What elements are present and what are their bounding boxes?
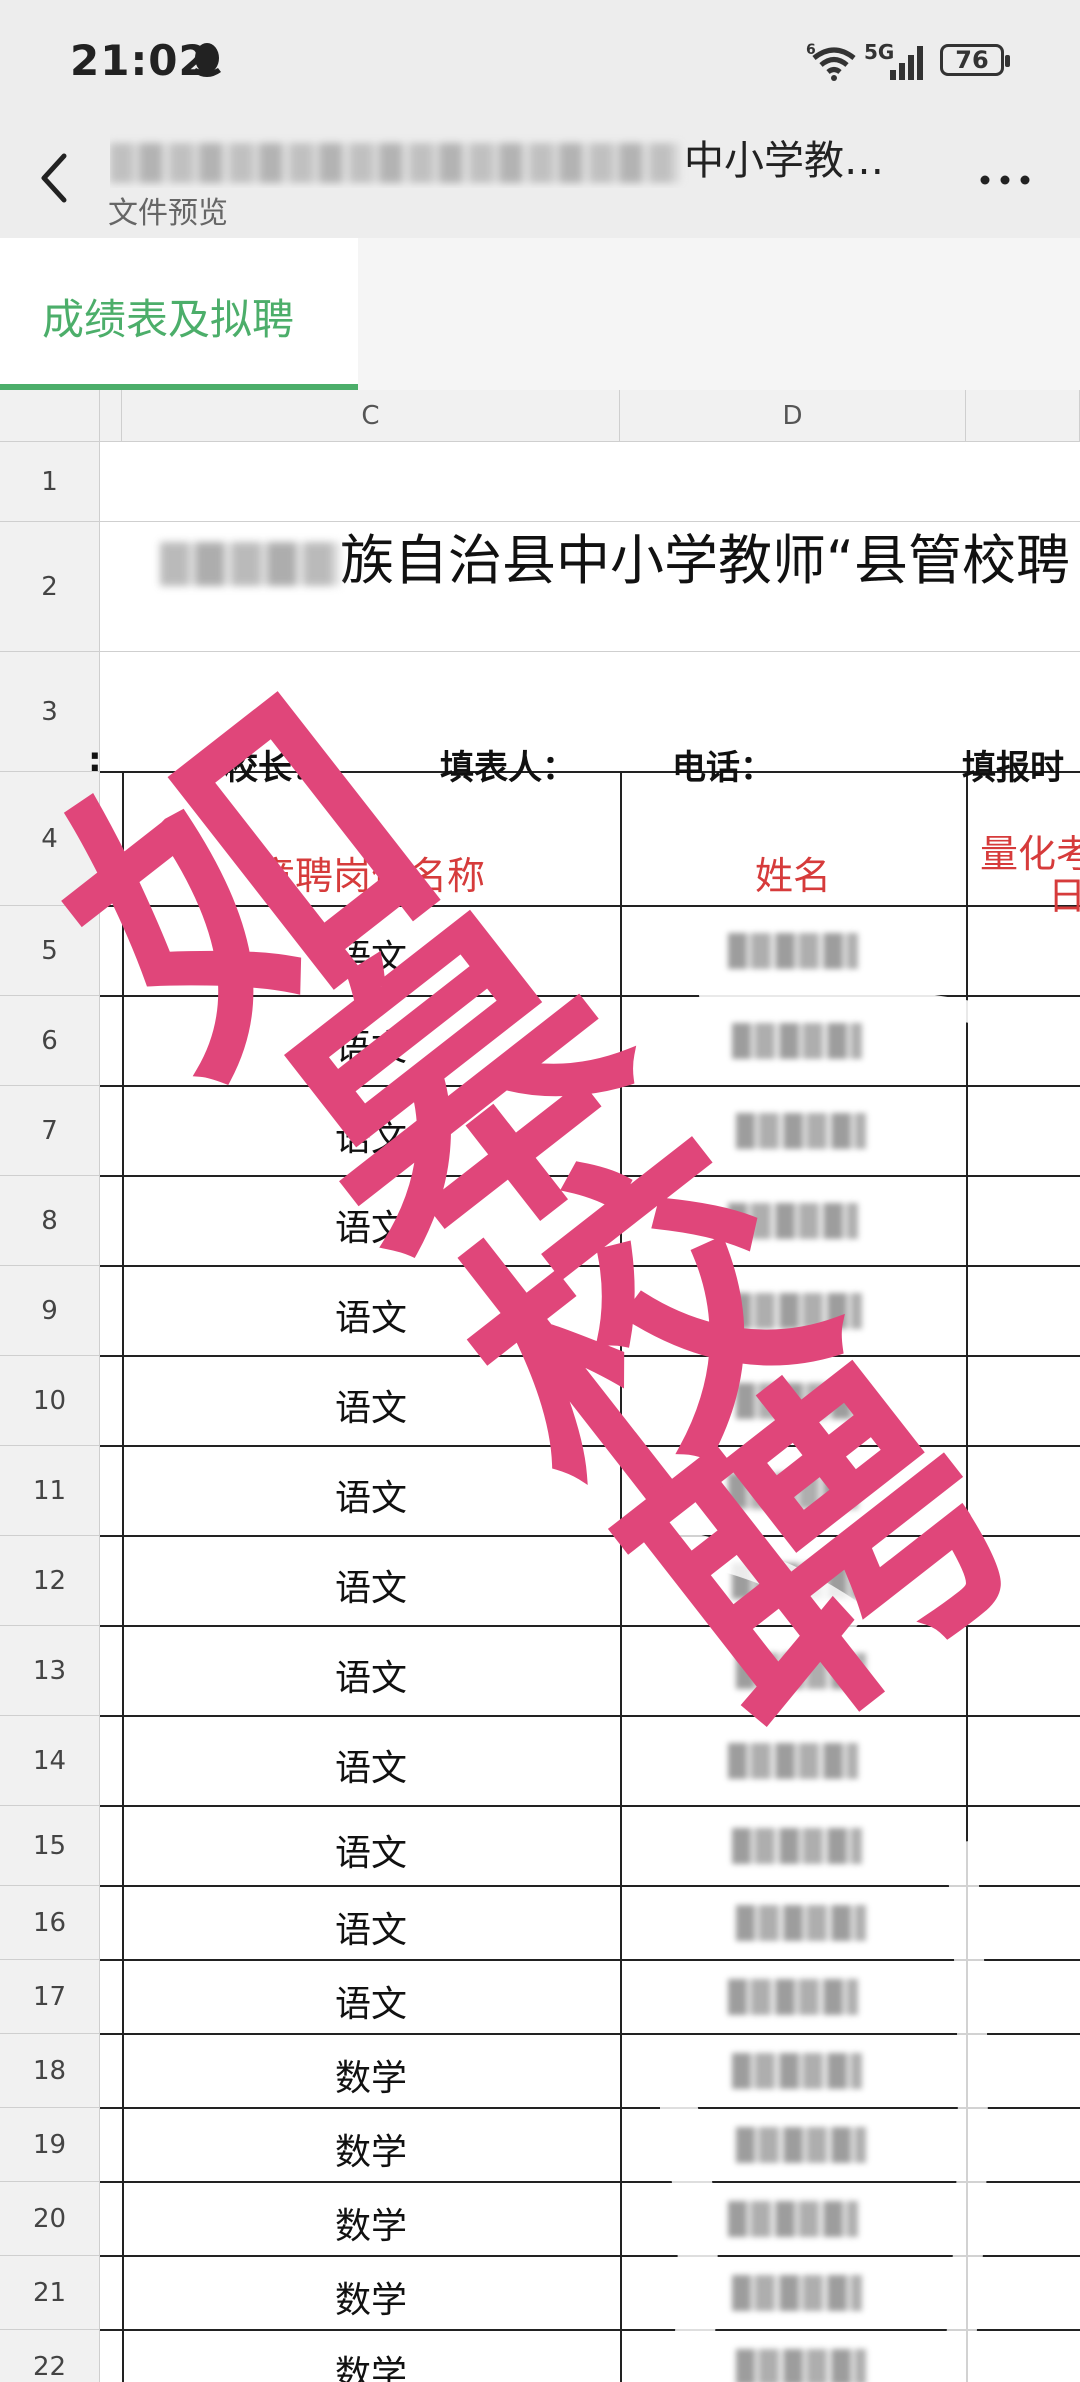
battery-indicator: 76 bbox=[940, 44, 1010, 76]
row-header[interactable]: 8 bbox=[0, 1176, 100, 1266]
header-position-name: 竞聘岗位名称 bbox=[256, 854, 485, 898]
subject-cell[interactable]: 数学 bbox=[122, 2049, 620, 2101]
row-header[interactable]: 4 bbox=[0, 772, 100, 906]
subject-cell[interactable]: 数学 bbox=[122, 2345, 620, 2382]
subject-cell[interactable]: 语文 bbox=[122, 1019, 620, 1071]
row-header[interactable]: 12 bbox=[0, 1536, 100, 1626]
qq-icon bbox=[193, 43, 221, 77]
row-header[interactable]: 20 bbox=[0, 2182, 100, 2256]
file-preview-label: 文件预览 bbox=[108, 196, 228, 231]
signal-icon bbox=[890, 46, 923, 80]
file-title: 中小学教… bbox=[110, 128, 890, 188]
wifi-icon: 6 bbox=[806, 42, 856, 81]
row-header[interactable]: 10 bbox=[0, 1356, 100, 1446]
filler-label: 填表人： bbox=[440, 748, 576, 788]
subject-cell[interactable]: 语文 bbox=[122, 1901, 620, 1953]
sheet-tab-bar: 成绩表及拟聘 bbox=[0, 238, 1080, 390]
redacted-county-name bbox=[160, 542, 340, 587]
subject-cell[interactable]: 语文 bbox=[122, 1289, 620, 1341]
row-header[interactable]: 6 bbox=[0, 996, 100, 1086]
subject-cell[interactable]: 数学 bbox=[122, 2123, 620, 2175]
row-header[interactable]: 3 bbox=[0, 652, 100, 772]
sheet-cells[interactable]: 族自治县中小学教师“县管校聘 : 校长： 填表人： 电话： 填报时 竞聘岗位名称… bbox=[88, 442, 1080, 2382]
subject-cell[interactable]: 语文 bbox=[122, 1975, 620, 2027]
subject-cell[interactable]: 语文 bbox=[122, 929, 620, 981]
row-header[interactable]: 9 bbox=[0, 1266, 100, 1356]
principal-label: 校长： bbox=[224, 748, 326, 788]
subject-cell[interactable]: 语文 bbox=[122, 1199, 620, 1251]
subject-cell[interactable]: 语文 bbox=[122, 1469, 620, 1521]
subject-cell[interactable]: 数学 bbox=[122, 2271, 620, 2323]
subject-cell[interactable]: 语文 bbox=[122, 1109, 620, 1161]
sheet-corner bbox=[0, 390, 100, 442]
row-header[interactable]: 19 bbox=[0, 2108, 100, 2182]
row-header[interactable]: 1 bbox=[0, 442, 100, 522]
row-header[interactable]: 11 bbox=[0, 1446, 100, 1536]
row-header[interactable]: 18 bbox=[0, 2034, 100, 2108]
subject-cell[interactable]: 语文 bbox=[122, 1379, 620, 1431]
row-header[interactable]: 14 bbox=[0, 1716, 100, 1806]
subject-cell[interactable]: 语文 bbox=[122, 1739, 620, 1791]
row-header[interactable]: 7 bbox=[0, 1086, 100, 1176]
column-header-b bbox=[100, 390, 122, 442]
sheet-tab-label: 成绩表及拟聘 bbox=[42, 295, 295, 344]
row-header[interactable]: 16 bbox=[0, 1886, 100, 1960]
subject-cell[interactable]: 数学 bbox=[122, 2197, 620, 2249]
column-header-d[interactable]: D bbox=[620, 390, 966, 442]
row-header[interactable]: 17 bbox=[0, 1960, 100, 2034]
status-bar: 21:02 6 5G 76 bbox=[0, 0, 1080, 120]
row-header[interactable]: 5 bbox=[0, 906, 100, 996]
spreadsheet[interactable]: C D 1 2 3 4 5 6 7 8 9 10 11 12 13 14 15 16 17 18 19 20 21 22 … bbox=[0, 390, 1080, 2382]
row-header[interactable]: 22 bbox=[0, 2330, 100, 2382]
file-title-text: 中小学教… bbox=[684, 138, 884, 184]
back-icon[interactable] bbox=[28, 142, 78, 212]
column-header-c[interactable]: C bbox=[122, 390, 620, 442]
row-header[interactable]: 13 bbox=[0, 1626, 100, 1716]
sheet-tab-active[interactable]: 成绩表及拟聘 bbox=[0, 238, 358, 390]
nav-bar: 中小学教… 文件预览 bbox=[0, 120, 1080, 238]
row-header[interactable]: 2 bbox=[0, 522, 100, 652]
redacted-title-part bbox=[110, 143, 680, 183]
white-overpaint bbox=[660, 984, 1023, 2382]
subject-cell[interactable]: 语文 bbox=[122, 1559, 620, 1611]
column-header-e[interactable] bbox=[966, 390, 1080, 442]
more-icon[interactable] bbox=[975, 160, 1035, 200]
header-score-line2: 日 bbox=[1048, 874, 1080, 918]
info-colon: : bbox=[88, 740, 102, 780]
row-header[interactable]: 21 bbox=[0, 2256, 100, 2330]
subject-cell[interactable]: 语文 bbox=[122, 1824, 620, 1876]
row-header[interactable]: 15 bbox=[0, 1806, 100, 1886]
column-line bbox=[620, 772, 622, 2382]
subject-cell[interactable]: 语文 bbox=[122, 1649, 620, 1701]
